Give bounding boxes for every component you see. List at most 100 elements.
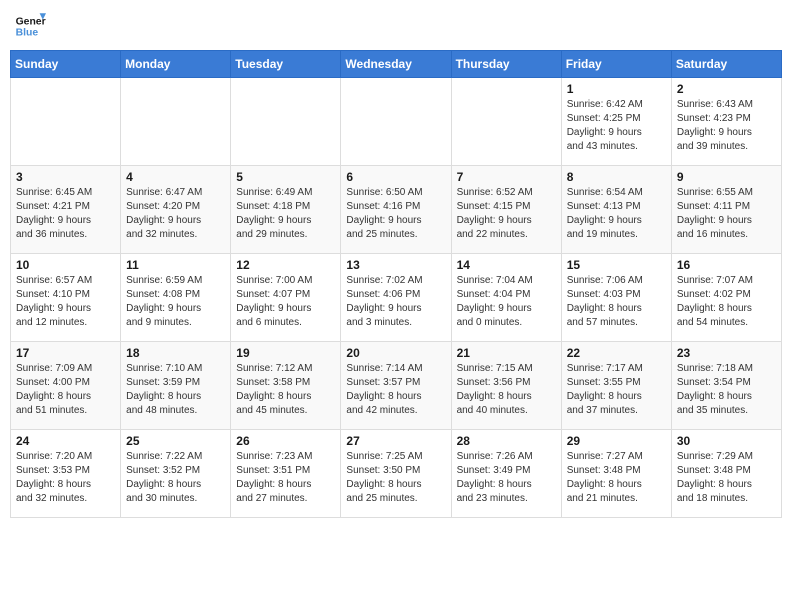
- week-row-4: 24Sunrise: 7:20 AM Sunset: 3:53 PM Dayli…: [11, 430, 782, 518]
- day-cell: 15Sunrise: 7:06 AM Sunset: 4:03 PM Dayli…: [561, 254, 671, 342]
- day-cell: 11 Sunrise: 6:59 AM Sunset: 4:08 PM Dayli…: [121, 254, 231, 342]
- day-number: 28: [457, 434, 556, 448]
- svg-text:General: General: [16, 16, 46, 27]
- calendar-table: SundayMondayTuesdayWednesdayThursdayFrid…: [10, 50, 782, 518]
- day-info: Sunrise: 7:00 AM Sunset: 4:07 PM Dayligh…: [236, 274, 335, 330]
- day-cell: 26Sunrise: 7:23 AM Sunset: 3:51 PM Dayli…: [231, 430, 341, 518]
- day-cell: 29 Sunrise: 7:27 AM Sunset: 3:48 PM Dayli…: [561, 430, 671, 518]
- day-info: Sunrise: 6:45 AM Sunset: 4:21 PM Dayligh…: [16, 186, 115, 242]
- day-info: Sunrise: 6:49 AM Sunset: 4:18 PM Dayligh…: [236, 186, 335, 242]
- day-number: 7: [457, 170, 556, 184]
- day-cell: 22Sunrise: 7:17 AM Sunset: 3:55 PM Dayli…: [561, 342, 671, 430]
- day-info: Sunrise: 6:52 AM Sunset: 4:15 PM Dayligh…: [457, 186, 556, 242]
- day-cell: 16 Sunrise: 7:07 AM Sunset: 4:02 PM Dayli…: [671, 254, 781, 342]
- day-info: Sunrise: 7:27 AM Sunset: 3:48 PM Dayligh…: [567, 450, 666, 506]
- day-info: Sunrise: 7:02 AM Sunset: 4:06 PM Dayligh…: [346, 274, 445, 330]
- day-cell: 20 Sunrise: 7:14 AM Sunset: 3:57 PM Dayli…: [341, 342, 451, 430]
- day-cell: 5 Sunrise: 6:49 AM Sunset: 4:18 PM Daylig…: [231, 166, 341, 254]
- day-cell: 28 Sunrise: 7:26 AM Sunset: 3:49 PM Dayli…: [451, 430, 561, 518]
- day-cell: 18 Sunrise: 7:10 AM Sunset: 3:59 PM Dayli…: [121, 342, 231, 430]
- day-info: Sunrise: 6:50 AM Sunset: 4:16 PM Dayligh…: [346, 186, 445, 242]
- day-cell: 8Sunrise: 6:54 AM Sunset: 4:13 PM Daylig…: [561, 166, 671, 254]
- day-info: Sunrise: 7:23 AM Sunset: 3:51 PM Dayligh…: [236, 450, 335, 506]
- header-sunday: Sunday: [11, 51, 121, 78]
- day-number: 1: [567, 82, 666, 96]
- day-cell: 21 Sunrise: 7:15 AM Sunset: 3:56 PM Dayli…: [451, 342, 561, 430]
- week-row-3: 17 Sunrise: 7:09 AM Sunset: 4:00 PM Dayli…: [11, 342, 782, 430]
- calendar-header: SundayMondayTuesdayWednesdayThursdayFrid…: [11, 51, 782, 78]
- day-number: 17: [16, 346, 115, 360]
- day-info: Sunrise: 7:09 AM Sunset: 4:00 PM Dayligh…: [16, 362, 115, 418]
- day-info: Sunrise: 7:18 AM Sunset: 3:54 PM Dayligh…: [677, 362, 776, 418]
- day-cell: [121, 78, 231, 166]
- day-info: Sunrise: 7:04 AM Sunset: 4:04 PM Dayligh…: [457, 274, 556, 330]
- day-info: Sunrise: 7:22 AM Sunset: 3:52 PM Dayligh…: [126, 450, 225, 506]
- day-cell: [231, 78, 341, 166]
- day-number: 6: [346, 170, 445, 184]
- day-info: Sunrise: 7:20 AM Sunset: 3:53 PM Dayligh…: [16, 450, 115, 506]
- header: General Blue: [10, 10, 782, 42]
- day-number: 2: [677, 82, 776, 96]
- day-cell: [451, 78, 561, 166]
- day-cell: [11, 78, 121, 166]
- day-cell: 1Sunrise: 6:42 AM Sunset: 4:25 PM Daylig…: [561, 78, 671, 166]
- day-number: 18: [126, 346, 225, 360]
- day-number: 21: [457, 346, 556, 360]
- day-cell: 10Sunrise: 6:57 AM Sunset: 4:10 PM Dayli…: [11, 254, 121, 342]
- day-number: 11: [126, 258, 225, 272]
- week-row-0: 1Sunrise: 6:42 AM Sunset: 4:25 PM Daylig…: [11, 78, 782, 166]
- day-number: 4: [126, 170, 225, 184]
- logo: General Blue: [14, 10, 46, 42]
- day-info: Sunrise: 6:43 AM Sunset: 4:23 PM Dayligh…: [677, 98, 776, 154]
- week-row-1: 3Sunrise: 6:45 AM Sunset: 4:21 PM Daylig…: [11, 166, 782, 254]
- day-info: Sunrise: 7:12 AM Sunset: 3:58 PM Dayligh…: [236, 362, 335, 418]
- day-cell: 13Sunrise: 7:02 AM Sunset: 4:06 PM Dayli…: [341, 254, 451, 342]
- day-cell: 27Sunrise: 7:25 AM Sunset: 3:50 PM Dayli…: [341, 430, 451, 518]
- day-info: Sunrise: 7:26 AM Sunset: 3:49 PM Dayligh…: [457, 450, 556, 506]
- header-thursday: Thursday: [451, 51, 561, 78]
- header-friday: Friday: [561, 51, 671, 78]
- day-number: 27: [346, 434, 445, 448]
- header-wednesday: Wednesday: [341, 51, 451, 78]
- svg-text:Blue: Blue: [16, 28, 39, 39]
- day-cell: 9Sunrise: 6:55 AM Sunset: 4:11 PM Daylig…: [671, 166, 781, 254]
- header-tuesday: Tuesday: [231, 51, 341, 78]
- day-info: Sunrise: 7:10 AM Sunset: 3:59 PM Dayligh…: [126, 362, 225, 418]
- day-cell: 7 Sunrise: 6:52 AM Sunset: 4:15 PM Daylig…: [451, 166, 561, 254]
- header-row: SundayMondayTuesdayWednesdayThursdayFrid…: [11, 51, 782, 78]
- day-number: 19: [236, 346, 335, 360]
- day-cell: 17 Sunrise: 7:09 AM Sunset: 4:00 PM Dayli…: [11, 342, 121, 430]
- calendar-body: 1Sunrise: 6:42 AM Sunset: 4:25 PM Daylig…: [11, 78, 782, 518]
- day-cell: 14 Sunrise: 7:04 AM Sunset: 4:04 PM Dayli…: [451, 254, 561, 342]
- day-info: Sunrise: 7:07 AM Sunset: 4:02 PM Dayligh…: [677, 274, 776, 330]
- week-row-2: 10Sunrise: 6:57 AM Sunset: 4:10 PM Dayli…: [11, 254, 782, 342]
- day-number: 20: [346, 346, 445, 360]
- day-info: Sunrise: 7:14 AM Sunset: 3:57 PM Dayligh…: [346, 362, 445, 418]
- day-number: 16: [677, 258, 776, 272]
- day-info: Sunrise: 7:17 AM Sunset: 3:55 PM Dayligh…: [567, 362, 666, 418]
- logo-icon: General Blue: [14, 10, 46, 42]
- day-cell: 3Sunrise: 6:45 AM Sunset: 4:21 PM Daylig…: [11, 166, 121, 254]
- day-number: 5: [236, 170, 335, 184]
- day-info: Sunrise: 7:15 AM Sunset: 3:56 PM Dayligh…: [457, 362, 556, 418]
- day-number: 12: [236, 258, 335, 272]
- day-cell: 4 Sunrise: 6:47 AM Sunset: 4:20 PM Daylig…: [121, 166, 231, 254]
- day-number: 8: [567, 170, 666, 184]
- day-number: 30: [677, 434, 776, 448]
- day-info: Sunrise: 7:06 AM Sunset: 4:03 PM Dayligh…: [567, 274, 666, 330]
- day-info: Sunrise: 6:57 AM Sunset: 4:10 PM Dayligh…: [16, 274, 115, 330]
- day-cell: 2 Sunrise: 6:43 AM Sunset: 4:23 PM Daylig…: [671, 78, 781, 166]
- day-number: 29: [567, 434, 666, 448]
- day-number: 23: [677, 346, 776, 360]
- day-number: 9: [677, 170, 776, 184]
- day-number: 14: [457, 258, 556, 272]
- day-info: Sunrise: 6:59 AM Sunset: 4:08 PM Dayligh…: [126, 274, 225, 330]
- day-cell: 30 Sunrise: 7:29 AM Sunset: 3:48 PM Dayli…: [671, 430, 781, 518]
- day-cell: 23 Sunrise: 7:18 AM Sunset: 3:54 PM Dayli…: [671, 342, 781, 430]
- day-info: Sunrise: 7:29 AM Sunset: 3:48 PM Dayligh…: [677, 450, 776, 506]
- day-cell: 6 Sunrise: 6:50 AM Sunset: 4:16 PM Daylig…: [341, 166, 451, 254]
- day-info: Sunrise: 6:47 AM Sunset: 4:20 PM Dayligh…: [126, 186, 225, 242]
- day-cell: [341, 78, 451, 166]
- day-number: 25: [126, 434, 225, 448]
- day-cell: 24Sunrise: 7:20 AM Sunset: 3:53 PM Dayli…: [11, 430, 121, 518]
